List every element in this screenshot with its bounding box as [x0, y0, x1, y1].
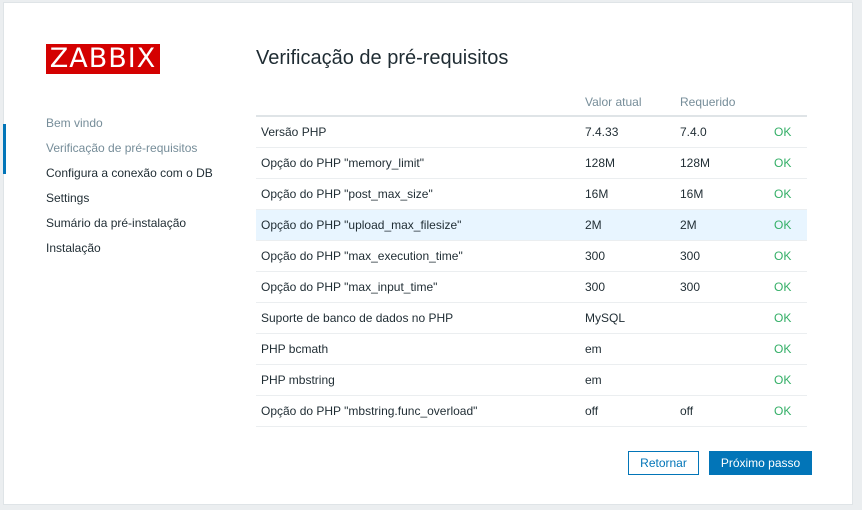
status-cell: OK — [769, 240, 807, 272]
check-name-cell: Opção do PHP "post_max_size" — [256, 178, 580, 210]
current-value-cell: 300 — [580, 271, 675, 303]
status-cell: OK — [769, 364, 807, 396]
current-value-cell: em — [580, 333, 675, 365]
required-value-cell — [675, 364, 769, 396]
check-name-cell: PHP bcmath — [256, 333, 580, 365]
step-db-connection[interactable]: Configura a conexão com o DB — [4, 161, 234, 186]
required-value-cell: 7.4.0 — [675, 116, 769, 148]
status-cell: OK — [769, 271, 807, 303]
required-value-cell — [675, 333, 769, 365]
step-prerequisites[interactable]: Verificação de pré-requisitos — [3, 124, 234, 174]
status-cell: OK — [769, 302, 807, 334]
current-value-cell: off — [580, 395, 675, 427]
required-value-cell: 128M — [675, 147, 769, 179]
check-name-cell: Opção do PHP "max_input_time" — [256, 271, 580, 303]
check-name-cell: Opção do PHP "max_execution_time" — [256, 240, 580, 272]
current-value-cell: MySQL — [580, 302, 675, 334]
status-cell: OK — [769, 116, 807, 148]
step-welcome[interactable]: Bem vindo — [4, 111, 234, 136]
required-value-cell: 300 — [675, 240, 769, 272]
header-check — [256, 89, 580, 117]
page-title: Verificação de pré-requisitos — [256, 47, 509, 69]
table-row: PHP mbstring em OK — [256, 364, 807, 396]
current-value-cell: 128M — [580, 147, 675, 179]
required-value-cell: 2M — [675, 209, 769, 241]
table-row: Opção do PHP "memory_limit" 128M 128M OK — [256, 147, 807, 179]
check-name-cell: Opção do PHP "upload_max_filesize" — [256, 209, 580, 241]
table-row: Opção do PHP "mbstring.func_overload" off… — [256, 395, 807, 427]
status-cell: OK — [769, 395, 807, 427]
setup-steps-nav: Bem vindo Verificação de pré-requisitos … — [3, 111, 234, 261]
check-name-cell: Opção do PHP "memory_limit" — [256, 147, 580, 179]
check-name-cell: Opção do PHP "mbstring.func_overload" — [256, 395, 580, 427]
step-install[interactable]: Instalação — [4, 236, 234, 261]
table-row: Opção do PHP "post_max_size" 16M 16M OK — [256, 178, 807, 210]
check-name-cell: Versão PHP — [256, 116, 580, 148]
required-value-cell: off — [675, 395, 769, 427]
step-pre-install-summary[interactable]: Sumário da pré-instalação — [4, 211, 234, 236]
status-cell: OK — [769, 209, 807, 241]
current-value-cell: 7.4.33 — [580, 116, 675, 148]
table-row: Opção do PHP "max_input_time" 300 300 OK — [256, 271, 807, 303]
header-status — [769, 89, 807, 117]
required-value-cell: 16M — [675, 178, 769, 210]
back-button[interactable]: Retornar — [628, 451, 699, 475]
table-row: Opção do PHP "upload_max_filesize" 2M 2M OK — [256, 209, 807, 241]
setup-frame: ZABBIX Bem vindo Verificação de pré-requ… — [3, 2, 853, 505]
step-settings[interactable]: Settings — [4, 186, 234, 211]
current-value-cell: em — [580, 364, 675, 396]
zabbix-logo: ZABBIX — [46, 44, 160, 74]
required-value-cell: 300 — [675, 271, 769, 303]
table-row: Versão PHP 7.4.33 7.4.0 OK — [256, 116, 807, 148]
check-name-cell: Suporte de banco de dados no PHP — [256, 302, 580, 334]
status-cell: OK — [769, 333, 807, 365]
status-cell: OK — [769, 147, 807, 179]
prerequisites-table: Valor atual Requerido Versão PHP 7.4.33 7.… — [256, 89, 807, 427]
current-value-cell: 2M — [580, 209, 675, 241]
table-row: Opção do PHP "max_execution_time" 300 300 O… — [256, 240, 807, 272]
current-value-cell: 16M — [580, 178, 675, 210]
required-value-cell — [675, 302, 769, 334]
table-header-row: Valor atual Requerido — [256, 89, 807, 117]
header-required: Requerido — [675, 89, 769, 117]
check-name-cell: PHP mbstring — [256, 364, 580, 396]
current-value-cell: 300 — [580, 240, 675, 272]
next-step-button[interactable]: Próximo passo — [709, 451, 812, 475]
table-row: Suporte de banco de dados no PHP MySQL OK — [256, 302, 807, 334]
header-current-value: Valor atual — [580, 89, 675, 117]
table-row: PHP bcmath em OK — [256, 333, 807, 365]
status-cell: OK — [769, 178, 807, 210]
